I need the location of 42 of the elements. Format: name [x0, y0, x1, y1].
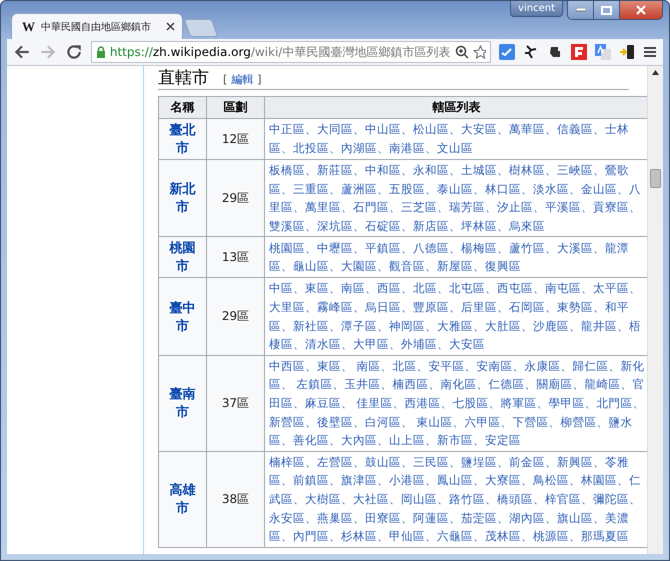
column-header: 區劃: [206, 96, 264, 118]
scrollbar-thumb[interactable]: [650, 169, 661, 188]
column-header: 名稱: [158, 96, 206, 118]
checkmark-extension-icon[interactable]: [499, 44, 515, 60]
district-links[interactable]: 板橋區、新莊區、中和區、永和區、土城區、樹林區、三峽區、鶯歌區、三重區、蘆洲區、五股區、泰山區、林口區、淡水區、金山區、八里區、萬里區、石門區、三芝區、瑞芳區、汐止區、平溪區、貢寮區、雙溪區、深坑區、石碇區、新店區、坪林區、烏來區: [264, 160, 647, 237]
city-link[interactable]: 新北市: [158, 160, 206, 237]
phone-arrow-extension-icon[interactable]: [619, 44, 635, 60]
city-link[interactable]: 高雄市: [158, 451, 206, 548]
bracket: [: [223, 73, 228, 86]
lock-icon: [96, 46, 105, 58]
maximize-button[interactable]: [594, 1, 620, 19]
close-icon: [636, 5, 646, 15]
scroll-up-icon[interactable]: [652, 70, 659, 75]
city-link[interactable]: 臺南市: [158, 355, 206, 452]
square-f-extension-icon[interactable]: [571, 44, 587, 60]
favicon: W: [22, 18, 35, 34]
star-icon[interactable]: [472, 44, 486, 60]
address-bar[interactable]: https://zh.wikipedia.org/wiki/中華民國臺灣地區鄉鎮市區列表: [91, 41, 491, 63]
district-links[interactable]: 楠梓區、左營區、鼓山區、三民區、鹽埕區、前金區、新興區、苓雅區、前鎮區、旗津區、小港區、鳳山區、大寮區、鳥松區、林園區、仁武區、大樹區、大社區、岡山區、路竹區、橋頭區、梓官區、彌陀區、永安區、燕巢區、田寮區、阿蓮區、茄萣區、湖內區、旗山區、美濃區、內門區、杉林區、甲仙區、六龜區、茂林區、桃源區、那瑪夏區: [264, 451, 647, 548]
reload-icon[interactable]: [65, 43, 83, 61]
zoom-icon[interactable]: [455, 45, 468, 59]
scrollbar[interactable]: [647, 66, 663, 554]
back-icon[interactable]: [13, 43, 31, 61]
close-tab-icon[interactable]: [166, 22, 175, 31]
translate-extension-icon[interactable]: [595, 44, 611, 60]
city-link[interactable]: 臺中市: [158, 278, 206, 356]
column-header: 轄區列表: [264, 96, 647, 118]
minimize-button[interactable]: [568, 1, 594, 19]
maximize-icon: [601, 6, 612, 14]
menu-icon[interactable]: [643, 45, 657, 59]
section-heading: 直轄市: [158, 67, 209, 89]
close-button[interactable]: [620, 1, 662, 19]
district-links[interactable]: 中區、東區、南區、西區、北區、北屯區、西屯區、南屯區、太平區、大里區、霧峰區、烏日區、豐原區、后里區、石岡區、東勢區、和平區、新社區、潭子區、神岡區、大雅區、大肚區、沙鹿區、龍井區、梧棲區、清水區、大甲區、外埔區、大安區: [264, 278, 647, 356]
district-links[interactable]: 中西區、東區、 南區、北區、安平區、安南區、永康區、歸仁區、新化區、 左鎮區、玉井區、楠西區、南化區、仁德區、關廟區、龍崎區、官田區、麻豆區、 佳里區、西港區、七股區、將軍區、學甲區、北門區、新營區、後壁區、白河區、 東山區、六甲區、下營區、柳營區、鹽水區、善化區、大內區、山上區、新市區、安定區: [264, 355, 647, 452]
district-links[interactable]: 桃園區、中壢區、平鎮區、八德區、楊梅區、蘆竹區、大溪區、龍潭區、龜山區、大園區、觀音區、新屋區、復興區: [264, 236, 647, 278]
city-link[interactable]: 臺北市: [158, 118, 206, 160]
minimize-icon: [576, 8, 586, 12]
browser-tab[interactable]: W 中華民國自由地區鄉鎮市: [11, 13, 183, 39]
district-links[interactable]: 中正區、大同區、中山區、松山區、大安區、萬華區、信義區、士林區、北投區、內湖區、南港區、文山區: [264, 118, 647, 160]
bracket: ]: [257, 73, 262, 86]
edit-link[interactable]: 編輯: [231, 72, 254, 87]
city-link[interactable]: 桃園市: [158, 236, 206, 278]
